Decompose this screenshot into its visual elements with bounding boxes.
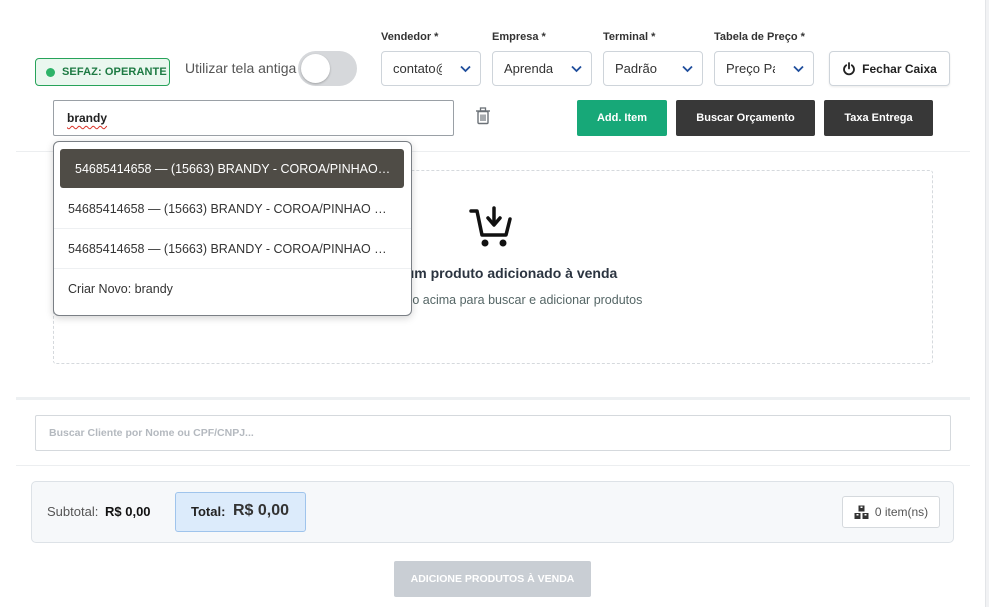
total-box: Total: R$ 0,00 xyxy=(175,492,306,532)
chevron-down-icon xyxy=(793,65,804,73)
delivery-fee-button[interactable]: Taxa Entrega xyxy=(824,100,933,136)
status-dot-icon xyxy=(46,67,55,77)
chevron-down-icon xyxy=(682,65,693,73)
sefaz-status-badge: SEFAZ: OPERANTE xyxy=(35,58,170,86)
vendedor-value: contato@a xyxy=(393,61,442,76)
client-search-input[interactable]: Buscar Cliente por Nome ou CPF/CNPJ... xyxy=(35,415,951,451)
terminal-label: Terminal * xyxy=(603,31,656,43)
suggestion-item[interactable]: 54685414658 — (15663) BRANDY - COROA/PIN… xyxy=(54,229,411,269)
subtotal-value: R$ 0,00 xyxy=(105,504,151,519)
divider xyxy=(16,465,970,466)
product-suggestions-dropdown: 54685414658 — (15663) BRANDY - COROA/PIN… xyxy=(53,141,412,316)
subtotal-label: Subtotal: xyxy=(47,504,99,519)
suggestion-text: 54685414658 — (15663) BRANDY - COROA/PIN… xyxy=(68,241,396,256)
vendedor-label: Vendedor * xyxy=(381,31,439,43)
tabela-value: Preço Pad xyxy=(726,61,775,76)
old-screen-label: Utilizar tela antiga xyxy=(185,60,297,76)
vendedor-select[interactable]: contato@a xyxy=(381,51,481,86)
terminal-value: Padrão xyxy=(615,61,657,76)
toggle-knob xyxy=(301,54,330,83)
suggestion-item[interactable]: 54685414658 — (15663) BRANDY - COROA/PIN… xyxy=(54,189,411,229)
chevron-down-icon xyxy=(571,65,582,73)
tabela-select[interactable]: Preço Pad xyxy=(714,51,814,86)
finish-sale-button[interactable]: ADICIONE PRODUTOS À VENDA xyxy=(394,561,591,597)
cart-download-icon xyxy=(469,206,512,247)
suggestion-text: Criar Novo: brandy xyxy=(68,282,173,296)
total-value: R$ 0,00 xyxy=(233,502,290,519)
items-count-text: 0 item(ns) xyxy=(874,505,929,519)
empresa-label: Empresa * xyxy=(492,31,546,43)
items-count-badge[interactable]: 0 item(ns) xyxy=(842,496,940,528)
add-item-button[interactable]: Add. Item xyxy=(577,100,667,136)
sefaz-status-text: SEFAZ: OPERANTE xyxy=(62,66,167,78)
suggestion-text: 54685414658 — (15663) BRANDY - COROA/PIN… xyxy=(68,201,396,216)
boxes-icon xyxy=(854,505,869,519)
section-divider xyxy=(16,397,970,400)
terminal-select[interactable]: Padrão xyxy=(603,51,703,86)
suggestion-item[interactable]: 54685414658 — (15663) BRANDY - COROA/PIN… xyxy=(60,149,404,188)
chevron-down-icon xyxy=(460,65,471,73)
suggestion-text: 54685414658 — (15663) BRANDY - COROA/PIN… xyxy=(75,161,391,176)
product-search-input[interactable]: brandy xyxy=(53,100,454,136)
product-search-value: brandy xyxy=(67,111,108,125)
pos-panel: SEFAZ: OPERANTE Utilizar tela antiga Ven… xyxy=(0,0,986,607)
close-register-label: Fechar Caixa xyxy=(862,61,937,76)
search-quote-button[interactable]: Buscar Orçamento xyxy=(676,100,815,136)
close-register-button[interactable]: Fechar Caixa xyxy=(829,51,950,86)
trash-icon[interactable] xyxy=(475,107,491,125)
create-new-suggestion[interactable]: Criar Novo: brandy xyxy=(54,269,411,309)
empresa-select[interactable]: Aprenda E xyxy=(492,51,592,86)
power-icon xyxy=(843,61,856,75)
empresa-value: Aprenda E xyxy=(504,61,553,76)
totals-bar: Subtotal: R$ 0,00 Total: R$ 0,00 0 item(… xyxy=(31,481,954,543)
tabela-label: Tabela de Preço * xyxy=(714,31,805,43)
old-screen-toggle[interactable] xyxy=(298,51,357,86)
total-label: Total: xyxy=(191,504,226,519)
client-search-placeholder: Buscar Cliente por Nome ou CPF/CNPJ... xyxy=(49,427,254,439)
